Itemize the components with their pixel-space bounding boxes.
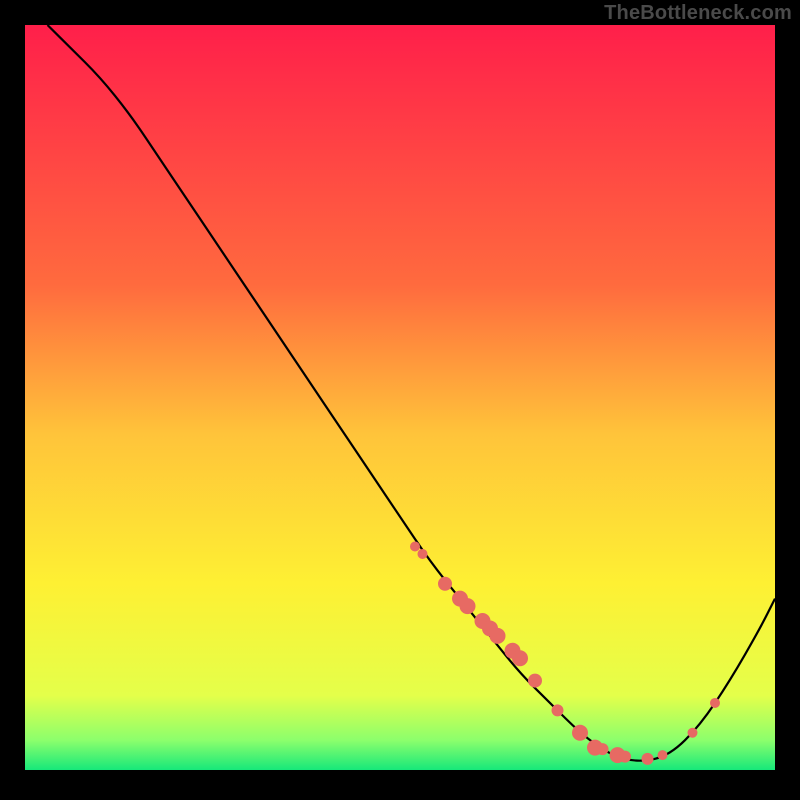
- data-point: [642, 753, 654, 765]
- plot-background: [25, 25, 775, 770]
- data-point: [528, 674, 542, 688]
- data-point: [438, 577, 452, 591]
- bottleneck-chart: [0, 0, 800, 800]
- data-point: [512, 650, 528, 666]
- data-point: [552, 704, 564, 716]
- data-point: [710, 698, 720, 708]
- data-point: [658, 750, 668, 760]
- data-point: [619, 751, 631, 763]
- data-point: [572, 725, 588, 741]
- data-point: [597, 743, 609, 755]
- chart-container: TheBottleneck.com: [0, 0, 800, 800]
- watermark-text: TheBottleneck.com: [604, 2, 792, 25]
- data-point: [490, 628, 506, 644]
- data-point: [418, 549, 428, 559]
- data-point: [460, 598, 476, 614]
- data-point: [410, 542, 420, 552]
- data-point: [688, 728, 698, 738]
